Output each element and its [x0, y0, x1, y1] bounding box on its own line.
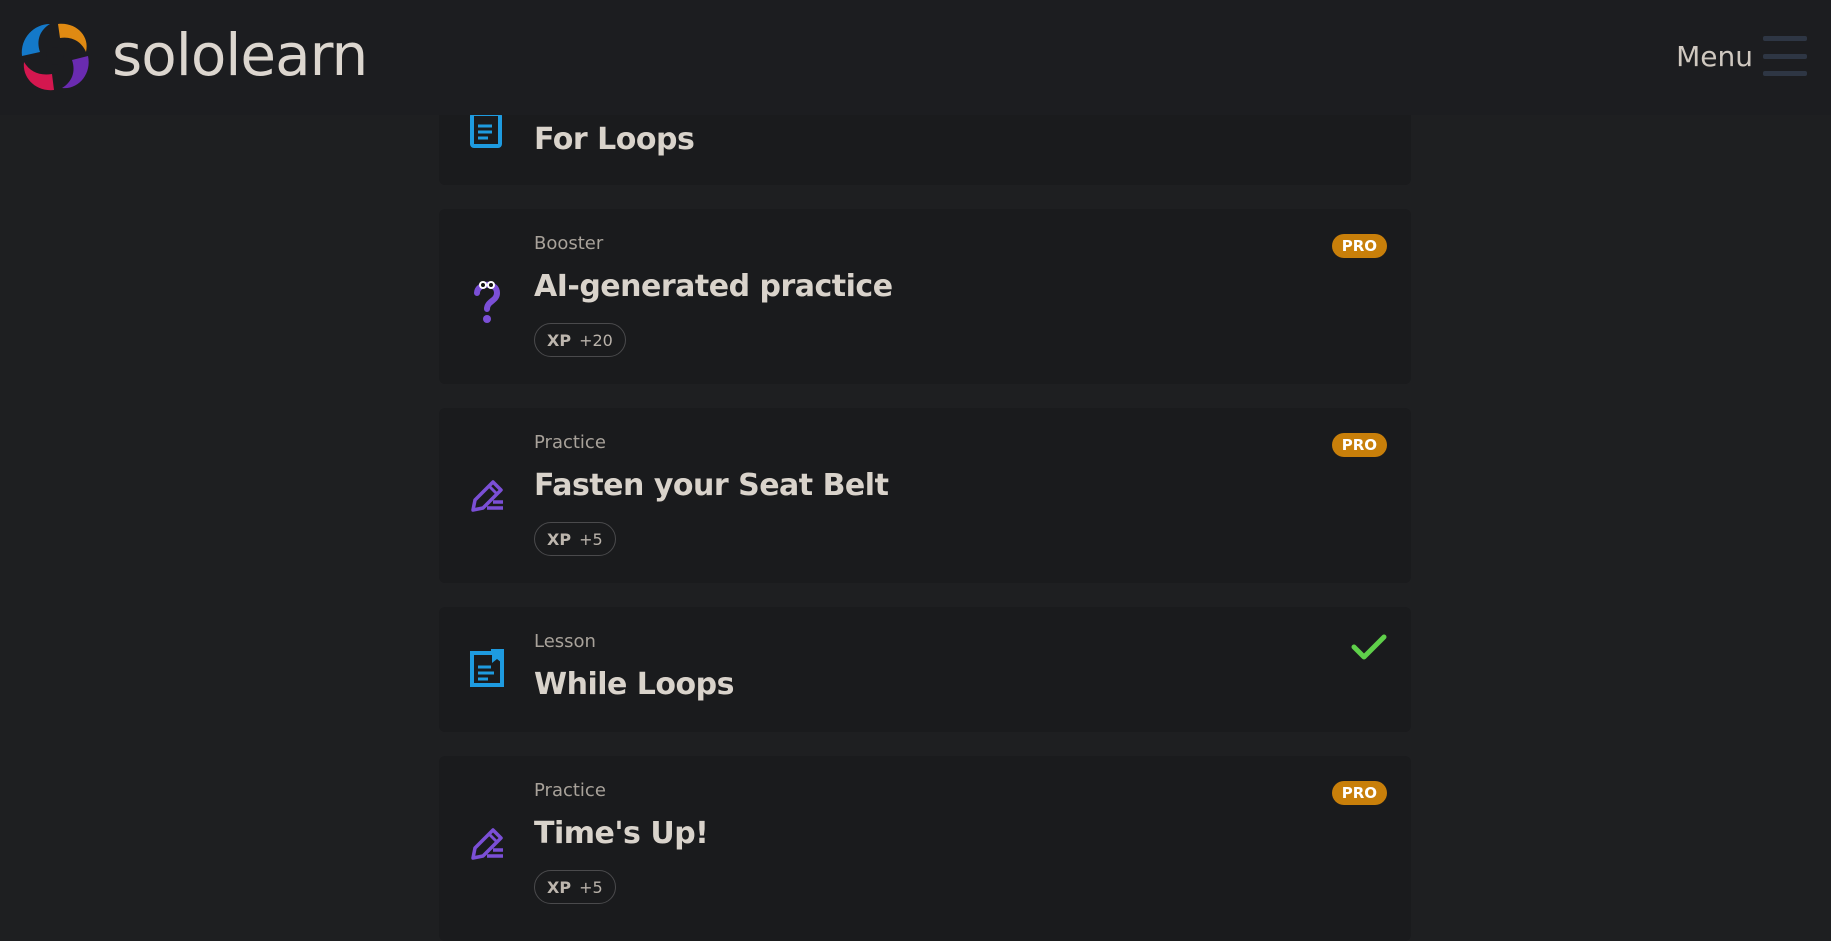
- menu-label: Menu: [1676, 39, 1753, 73]
- xp-label: XP: [547, 529, 572, 549]
- question-mark-character-icon: [474, 281, 501, 323]
- xp-value: +5: [579, 877, 603, 897]
- item-title: Fasten your Seat Belt: [534, 468, 889, 503]
- xp-chip: XP +5: [534, 870, 616, 904]
- xp-label: XP: [547, 330, 572, 350]
- list-item[interactable]: Practice Time's Up! XP +5 PRO: [439, 756, 1411, 941]
- xp-chip: XP +20: [534, 323, 626, 357]
- item-type: Lesson: [534, 631, 596, 652]
- pro-badge: PRO: [1331, 433, 1387, 457]
- list-item[interactable]: Booster AI-generated practice XP +20 PRO: [439, 209, 1411, 384]
- top-header: sololearn Menu: [0, 0, 1831, 115]
- item-title: Time's Up!: [534, 816, 709, 851]
- pencil-edit-icon: [471, 828, 503, 860]
- item-type: Practice: [534, 780, 606, 801]
- item-title: AI-generated practice: [534, 269, 893, 304]
- list-item[interactable]: Practice Fasten your Seat Belt XP +5 PRO: [439, 408, 1411, 583]
- pro-badge: PRO: [1331, 781, 1387, 805]
- hamburger-icon: [1763, 36, 1807, 76]
- xp-value: +5: [579, 529, 603, 549]
- lesson-icon: [470, 112, 502, 148]
- brand-name[interactable]: sololearn: [112, 16, 368, 94]
- item-title: While Loops: [534, 667, 734, 702]
- pencil-edit-icon: [471, 480, 503, 512]
- pro-badge: PRO: [1331, 234, 1387, 258]
- item-title: For Loops: [534, 122, 695, 157]
- menu-button[interactable]: Menu: [1676, 30, 1807, 82]
- item-type: Practice: [534, 432, 606, 453]
- completed-check-icon: [1351, 634, 1387, 660]
- xp-value: +20: [579, 330, 613, 350]
- lesson-icon: [470, 649, 504, 687]
- sololearn-logo-icon[interactable]: [18, 20, 92, 92]
- xp-chip: XP +5: [534, 522, 616, 556]
- list-item[interactable]: Lesson While Loops: [439, 607, 1411, 732]
- item-type: Booster: [534, 233, 604, 254]
- xp-label: XP: [547, 877, 572, 897]
